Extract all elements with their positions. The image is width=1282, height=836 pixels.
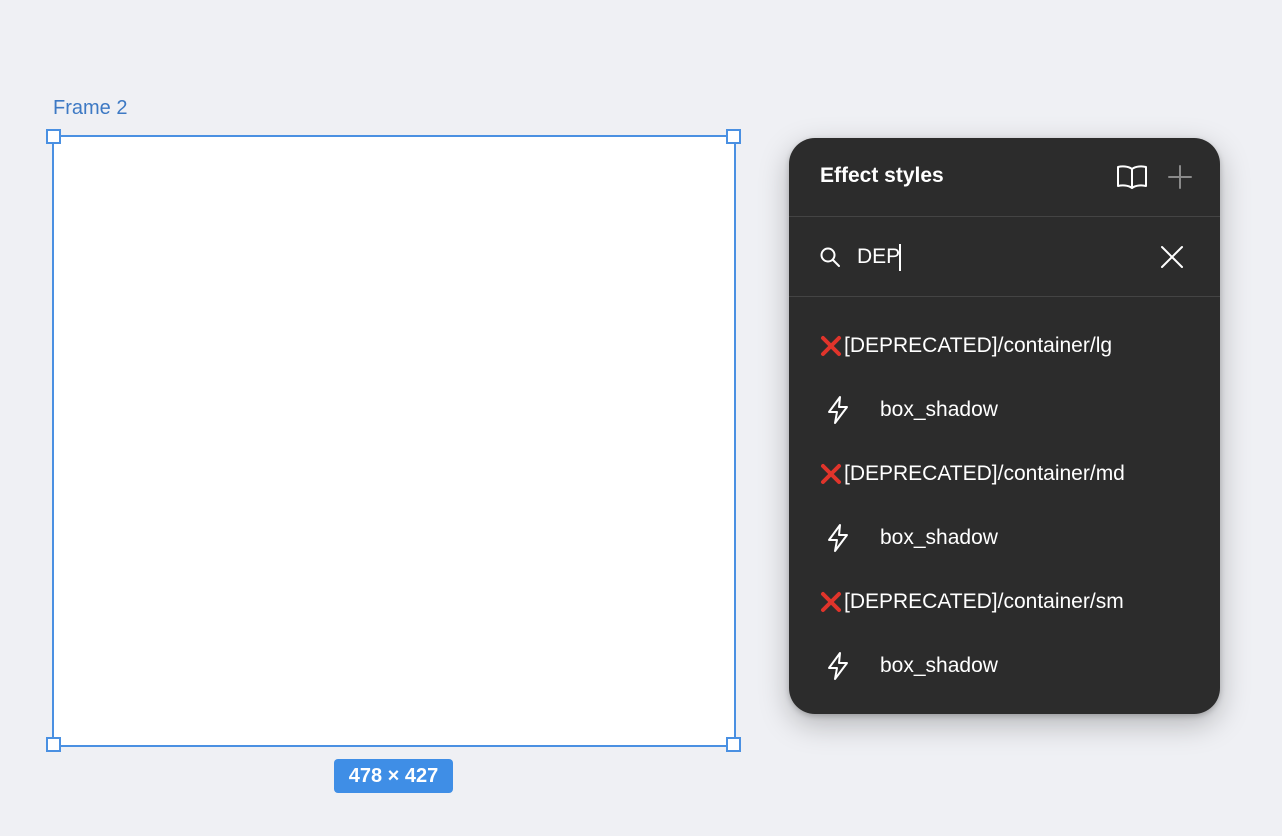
panel-title: Effect styles [820, 164, 944, 187]
frame-size-badge: 478 × 427 [334, 759, 453, 793]
lightning-icon [825, 523, 851, 553]
panel-header: Effect styles [789, 138, 1220, 217]
red-x-icon [820, 335, 842, 357]
close-icon[interactable] [1158, 243, 1186, 271]
resize-handle-bottom-right[interactable] [726, 737, 741, 752]
lightning-icon [825, 651, 851, 681]
resize-handle-bottom-left[interactable] [46, 737, 61, 752]
effect-style-item[interactable]: box_shadow [789, 506, 1220, 570]
frame-name-label[interactable]: Frame 2 [53, 97, 127, 120]
effect-styles-list: [DEPRECATED]/container/lg box_shadow [DE… [789, 314, 1220, 698]
effect-style-label: box_shadow [880, 398, 998, 421]
red-x-icon [820, 463, 842, 485]
library-icon[interactable] [1115, 162, 1149, 192]
effect-style-label: box_shadow [880, 654, 998, 677]
effect-styles-panel: Effect styles DEP [DEPRECATED]/container… [789, 138, 1220, 714]
style-group-header: [DEPRECATED]/container/md [789, 442, 1220, 506]
resize-handle-top-right[interactable] [726, 129, 741, 144]
group-label: [DEPRECATED]/container/lg [844, 334, 1113, 357]
search-icon [818, 245, 842, 269]
effect-style-label: box_shadow [880, 526, 998, 549]
effect-style-item[interactable]: box_shadow [789, 634, 1220, 698]
frame-2[interactable] [52, 135, 736, 747]
resize-handle-top-left[interactable] [46, 129, 61, 144]
text-caret [899, 244, 901, 271]
plus-icon[interactable] [1163, 162, 1197, 192]
style-group-header: [DEPRECATED]/container/sm [789, 570, 1220, 634]
lightning-icon [825, 395, 851, 425]
red-x-icon [820, 591, 842, 613]
group-label: [DEPRECATED]/container/md [844, 462, 1125, 485]
search-bar [789, 218, 1220, 297]
design-canvas[interactable]: Frame 2 478 × 427 Effect styles DEP [DEP… [0, 0, 1282, 836]
group-label: [DEPRECATED]/container/sm [844, 590, 1124, 613]
style-group-header: [DEPRECATED]/container/lg [789, 314, 1220, 378]
effect-style-item[interactable]: box_shadow [789, 378, 1220, 442]
